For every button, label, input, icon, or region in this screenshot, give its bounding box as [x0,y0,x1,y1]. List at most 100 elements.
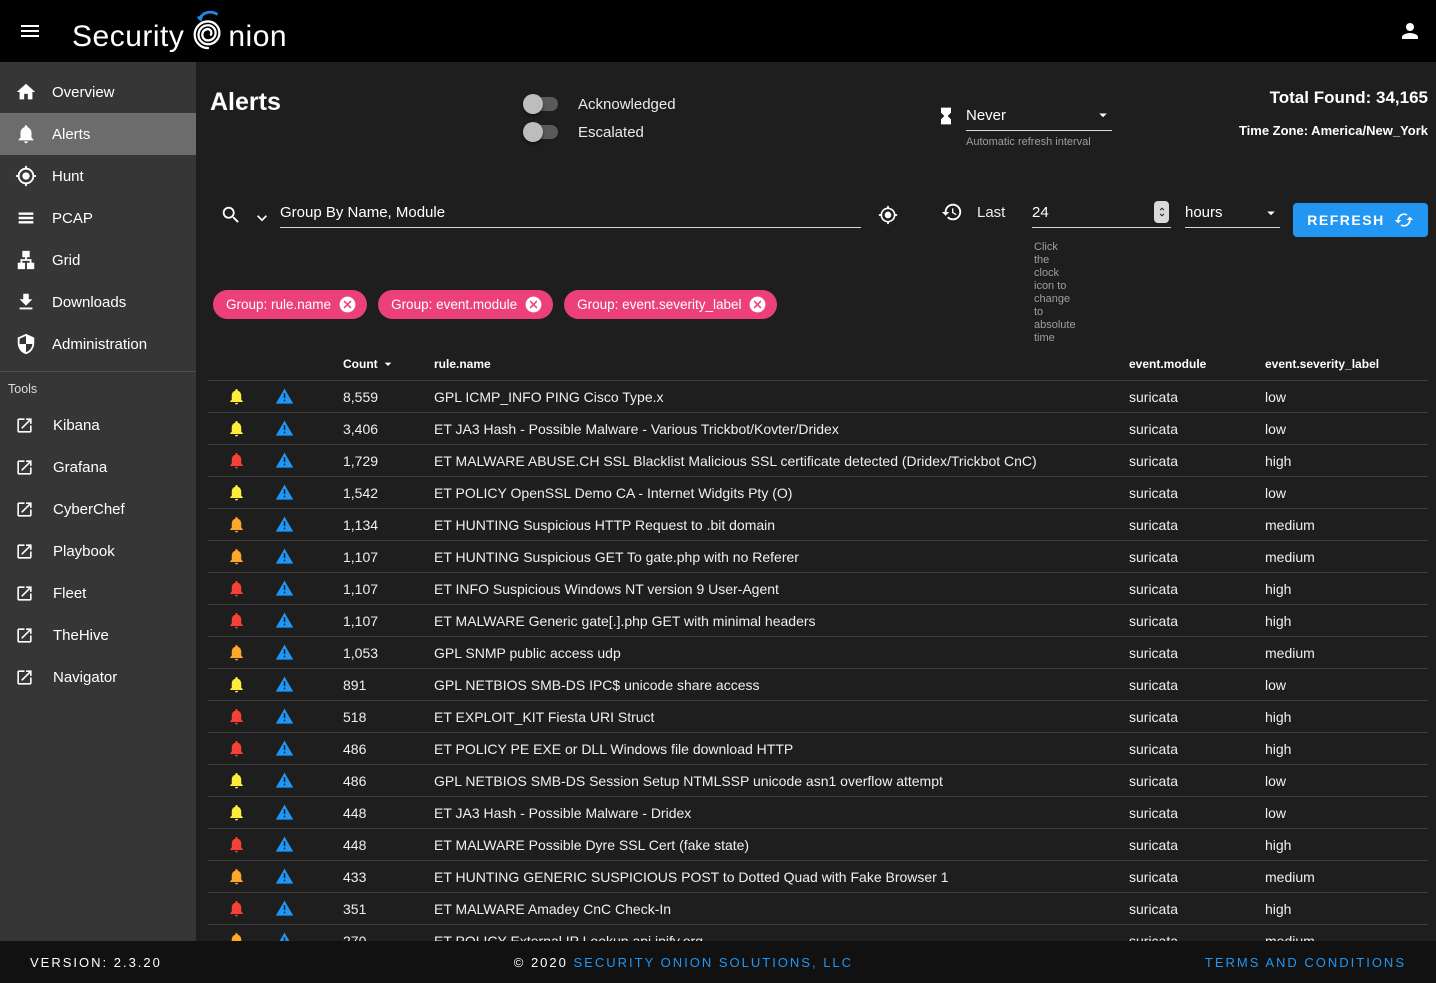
warning-triangle-icon[interactable] [275,771,294,790]
event-module-cell[interactable]: suricata [1129,421,1265,437]
event-module-cell[interactable]: suricata [1129,613,1265,629]
refresh-interval-select[interactable]: Never [966,106,1112,131]
sidebar-item-administration[interactable]: Administration [0,323,196,365]
escalate-cell[interactable] [264,579,304,598]
acknowledge-cell[interactable] [208,419,264,438]
count-cell[interactable]: 1,107 [304,549,434,565]
duration-input[interactable] [1032,198,1142,226]
acknowledged-toggle[interactable] [523,97,560,111]
acknowledge-cell[interactable] [208,483,264,502]
sidebar-item-alerts[interactable]: Alerts [0,113,196,155]
count-cell[interactable]: 518 [304,709,434,725]
rule-name-cell[interactable]: ET MALWARE ABUSE.CH SSL Blacklist Malici… [434,453,1129,469]
severity-bell-icon[interactable] [227,835,246,854]
count-cell[interactable]: 891 [304,677,434,693]
acknowledge-cell[interactable] [208,387,264,406]
severity-label-cell[interactable]: low [1265,677,1428,693]
event-module-cell[interactable]: suricata [1129,869,1265,885]
copyright-link[interactable]: SECURITY ONION SOLUTIONS, LLC [574,955,854,970]
sidebar-tool-thehive[interactable]: TheHive [0,614,196,656]
sidebar-tool-cyberchef[interactable]: CyberChef [0,488,196,530]
warning-triangle-icon[interactable] [275,899,294,918]
search-input[interactable] [280,198,861,228]
rule-name-cell[interactable]: GPL NETBIOS SMB-DS IPC$ unicode share ac… [434,677,1129,693]
rule-name-cell[interactable]: ET POLICY External IP Lookup api.ipify.o… [434,933,1129,942]
severity-bell-icon[interactable] [227,803,246,822]
severity-label-cell[interactable]: low [1265,805,1428,821]
acknowledge-cell[interactable] [208,899,264,918]
severity-bell-icon[interactable] [227,451,246,470]
warning-triangle-icon[interactable] [275,707,294,726]
escalate-cell[interactable] [264,483,304,502]
acknowledge-cell[interactable] [208,675,264,694]
duration-stepper-icon[interactable] [1154,201,1169,223]
rule-name-cell[interactable]: ET MALWARE Amadey CnC Check-In [434,901,1129,917]
count-cell[interactable]: 448 [304,805,434,821]
escalate-cell[interactable] [264,803,304,822]
event-module-cell[interactable]: suricata [1129,581,1265,597]
warning-triangle-icon[interactable] [275,643,294,662]
rule-name-cell[interactable]: ET POLICY PE EXE or DLL Windows file dow… [434,741,1129,757]
event-module-cell[interactable]: suricata [1129,485,1265,501]
count-cell[interactable]: 1,107 [304,613,434,629]
sidebar-tool-grafana[interactable]: Grafana [0,446,196,488]
quick-filter-target-icon[interactable] [878,205,898,225]
event-module-cell[interactable]: suricata [1129,517,1265,533]
severity-label-cell[interactable]: high [1265,741,1428,757]
event-module-cell[interactable]: suricata [1129,549,1265,565]
acknowledge-cell[interactable] [208,547,264,566]
warning-triangle-icon[interactable] [275,739,294,758]
escalate-cell[interactable] [264,931,304,941]
user-account-icon[interactable] [1398,19,1422,43]
escalate-cell[interactable] [264,515,304,534]
chip-close-icon[interactable] [748,295,767,314]
event-module-cell[interactable]: suricata [1129,389,1265,405]
severity-bell-icon[interactable] [227,867,246,886]
severity-bell-icon[interactable] [227,675,246,694]
acknowledge-cell[interactable] [208,515,264,534]
severity-bell-icon[interactable] [227,707,246,726]
column-header-rule-name[interactable]: rule.name [434,357,1129,371]
group-chip[interactable]: Group: event.severity_label [564,290,777,319]
sidebar-tool-kibana[interactable]: Kibana [0,404,196,446]
warning-triangle-icon[interactable] [275,547,294,566]
warning-triangle-icon[interactable] [275,579,294,598]
rule-name-cell[interactable]: ET HUNTING GENERIC SUSPICIOUS POST to Do… [434,869,1129,885]
warning-triangle-icon[interactable] [275,611,294,630]
acknowledge-cell[interactable] [208,803,264,822]
severity-bell-icon[interactable] [227,515,246,534]
count-cell[interactable]: 8,559 [304,389,434,405]
warning-triangle-icon[interactable] [275,387,294,406]
menu-icon[interactable] [14,15,46,47]
event-module-cell[interactable]: suricata [1129,645,1265,661]
warning-triangle-icon[interactable] [275,931,294,941]
sidebar-item-hunt[interactable]: Hunt [0,155,196,197]
rule-name-cell[interactable]: ET HUNTING Suspicious HTTP Request to .b… [434,517,1129,533]
escalate-cell[interactable] [264,611,304,630]
severity-label-cell[interactable]: medium [1265,517,1428,533]
rule-name-cell[interactable]: ET MALWARE Possible Dyre SSL Cert (fake … [434,837,1129,853]
event-module-cell[interactable]: suricata [1129,933,1265,942]
escalate-cell[interactable] [264,867,304,886]
count-cell[interactable]: 448 [304,837,434,853]
severity-label-cell[interactable]: medium [1265,869,1428,885]
refresh-button[interactable]: REFRESH [1293,203,1428,237]
acknowledge-cell[interactable] [208,835,264,854]
escalate-cell[interactable] [264,707,304,726]
event-module-cell[interactable]: suricata [1129,773,1265,789]
count-cell[interactable]: 486 [304,773,434,789]
severity-bell-icon[interactable] [227,579,246,598]
severity-label-cell[interactable]: low [1265,485,1428,501]
column-header-event-module[interactable]: event.module [1129,357,1265,371]
escalate-cell[interactable] [264,387,304,406]
rule-name-cell[interactable]: ET JA3 Hash - Possible Malware - Various… [434,421,1129,437]
escalate-cell[interactable] [264,419,304,438]
count-cell[interactable]: 1,542 [304,485,434,501]
severity-bell-icon[interactable] [227,739,246,758]
search-options-chevron-icon[interactable] [252,208,272,228]
rule-name-cell[interactable]: ET MALWARE Generic gate[.].php GET with … [434,613,1129,629]
rule-name-cell[interactable]: GPL NETBIOS SMB-DS Session Setup NTMLSSP… [434,773,1129,789]
escalate-cell[interactable] [264,899,304,918]
count-cell[interactable]: 3,406 [304,421,434,437]
clock-history-icon[interactable] [941,201,963,223]
